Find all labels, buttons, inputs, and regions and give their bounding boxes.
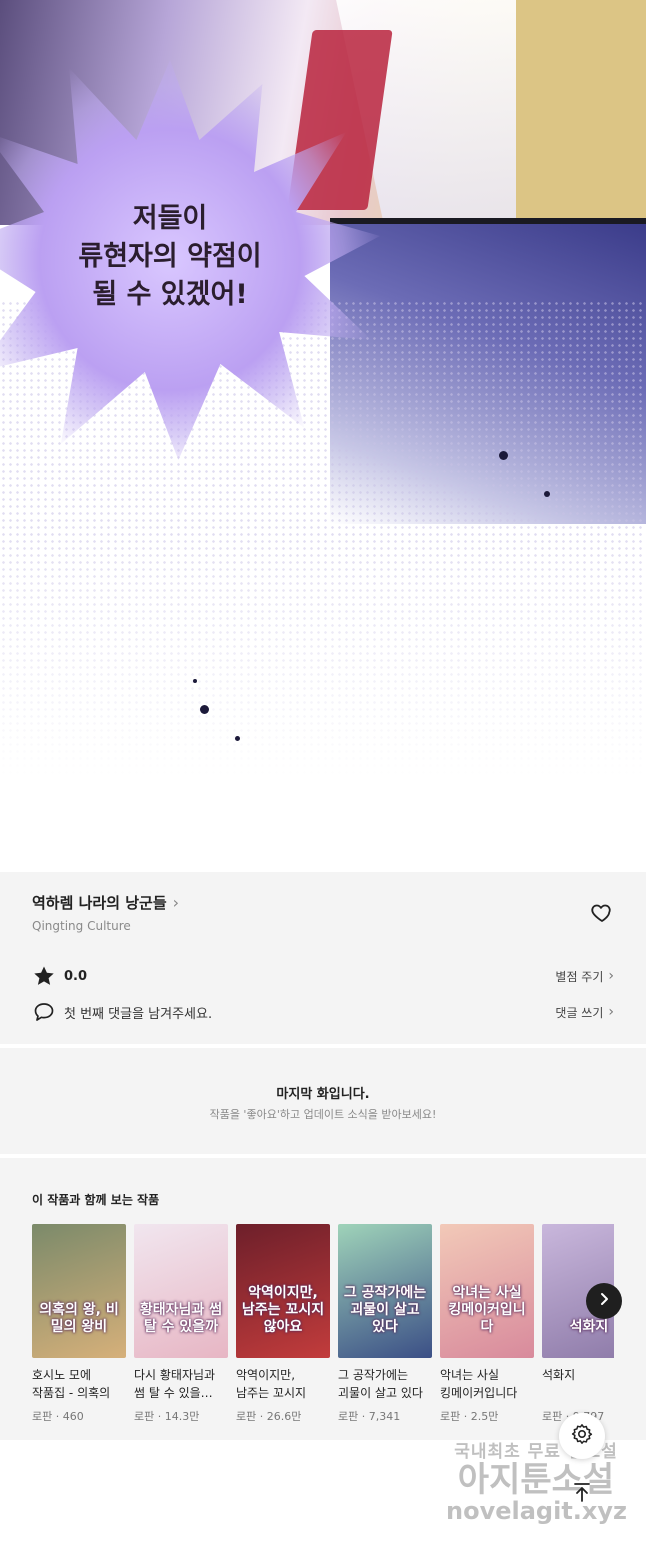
author-name: Qingting Culture: [32, 919, 131, 933]
ink-dot: [200, 705, 209, 714]
scroll-top-button[interactable]: [568, 1480, 596, 1508]
watermark-line: novelagit.xyz: [446, 1497, 628, 1525]
chevron-right-icon: ›: [608, 1004, 614, 1020]
card-title: 다시 황태자님과 썸 탈 수 있을…: [134, 1368, 216, 1400]
series-title: 역하렘 나라의 낭군들: [32, 894, 167, 912]
cover-title: 황태자님과 썸 탈 수 있을까: [139, 1302, 223, 1335]
recommendation-card[interactable]: 황태자님과 썸 탈 수 있을까 다시 황태자님과 썸 탈 수 있을… 로판 · …: [134, 1224, 228, 1424]
chevron-right-icon: [596, 1291, 612, 1311]
cover-title: 그 공작가에는 괴물이 살고 있다: [343, 1285, 427, 1335]
chevron-right-icon: ›: [172, 893, 180, 912]
gear-icon: [570, 1422, 594, 1450]
cover-image: 의혹의 왕, 비밀의 왕비: [32, 1224, 126, 1358]
arrow-up-icon: [571, 1481, 593, 1507]
carousel-next-button[interactable]: [586, 1283, 622, 1319]
ink-dot: [499, 451, 508, 460]
card-meta: 로판 · 7,341: [338, 1410, 401, 1423]
rating-value: 0.0: [64, 968, 88, 984]
heart-icon[interactable]: [590, 901, 614, 925]
speech-line: 될 수 있겠어!: [92, 279, 248, 310]
recommendation-card[interactable]: 악역이지만, 남주는 꼬시지 않아요 악역이지만, 남주는 꼬시지 않아요 로판…: [236, 1224, 330, 1424]
card-meta: 로판 · 460: [32, 1410, 84, 1423]
watermark-line: 아지툰소설: [457, 1460, 615, 1500]
cover-image: 황태자님과 썸 탈 수 있을까: [134, 1224, 228, 1358]
write-comment-button[interactable]: 댓글 쓰기 ›: [555, 1004, 614, 1021]
speech-line: 류현자의 약점이: [78, 241, 262, 272]
ink-dot: [544, 491, 550, 497]
card-title: 악녀는 사실 킹메이커입니다: [440, 1368, 518, 1400]
settings-button[interactable]: [559, 1413, 605, 1459]
recommendation-card[interactable]: 악녀는 사실 킹메이커입니다 악녀는 사실 킹메이커입니다 로판 · 2.5만: [440, 1224, 534, 1424]
card-title: 그 공작가에는 괴물이 살고 있다: [338, 1368, 423, 1400]
watermark: 국내최초 무료 웹소설 아지툰소설 novelagit.xyz: [446, 1444, 628, 1525]
card-meta: 로판 · 14.3만: [134, 1410, 200, 1423]
last-episode-title: 마지막 화입니다.: [276, 1087, 370, 1102]
card-meta: 로판 · 26.6만: [236, 1410, 302, 1423]
card-title: 석화지: [542, 1368, 576, 1382]
recommendations-carousel: 의혹의 왕, 비밀의 왕비 호시노 모에 작품집 - 의혹의 왕,… 로판 · …: [32, 1224, 614, 1424]
last-episode-subtitle: 작품을 '좋아요'하고 업데이트 소식을 받아보세요!: [209, 1108, 437, 1121]
chevron-right-icon: ›: [608, 968, 614, 984]
cover-title: 악녀는 사실 킹메이커입니다: [448, 1285, 526, 1335]
card-title: 호시노 모에 작품집 - 의혹의 왕,…: [32, 1368, 111, 1400]
speech-bubble-icon: [32, 1000, 56, 1024]
series-title-link[interactable]: 역하렘 나라의 낭군들 ›: [32, 892, 179, 913]
cover-title: 의혹의 왕, 비밀의 왕비: [39, 1302, 119, 1335]
card-title: 악역이지만, 남주는 꼬시지 않아요: [236, 1368, 307, 1400]
rating-row: 0.0 별점 주기 ›: [32, 964, 614, 988]
cover-title: 악역이지만, 남주는 꼬시지 않아요: [241, 1285, 325, 1335]
rate-button[interactable]: 별점 주기 ›: [555, 968, 614, 985]
comic-panel: 저들이 류현자의 약점이 될 수 있겠어!: [0, 0, 646, 870]
cover-title: 석화지: [569, 1319, 609, 1335]
comment-prompt: 첫 번째 댓글을 남겨주세요.: [64, 1006, 213, 1022]
speech-line: 저들이: [132, 203, 208, 234]
ink-dot: [193, 679, 197, 683]
comment-row: 첫 번째 댓글을 남겨주세요. 댓글 쓰기 ›: [32, 1000, 614, 1024]
star-icon: [32, 964, 56, 988]
ink-dot: [235, 736, 240, 741]
cover-image: 악역이지만, 남주는 꼬시지 않아요: [236, 1224, 330, 1358]
cover-image: 그 공작가에는 괴물이 살고 있다: [338, 1224, 432, 1358]
write-comment-label: 댓글 쓰기: [555, 1005, 604, 1020]
cover-image: 악녀는 사실 킹메이커입니다: [440, 1224, 534, 1358]
rate-button-label: 별점 주기: [555, 969, 604, 984]
card-meta: 로판 · 2.5만: [440, 1410, 499, 1423]
speech-text: 저들이 류현자의 약점이 될 수 있겠어!: [60, 200, 280, 314]
recommendation-card[interactable]: 석화지 석화지 로판 · 9,797: [542, 1224, 614, 1424]
recommendations-heading: 이 작품과 함께 보는 작품: [32, 1193, 160, 1207]
recommendation-card[interactable]: 그 공작가에는 괴물이 살고 있다 그 공작가에는 괴물이 살고 있다 로판 ·…: [338, 1224, 432, 1424]
recommendation-card[interactable]: 의혹의 왕, 비밀의 왕비 호시노 모에 작품집 - 의혹의 왕,… 로판 · …: [32, 1224, 126, 1424]
